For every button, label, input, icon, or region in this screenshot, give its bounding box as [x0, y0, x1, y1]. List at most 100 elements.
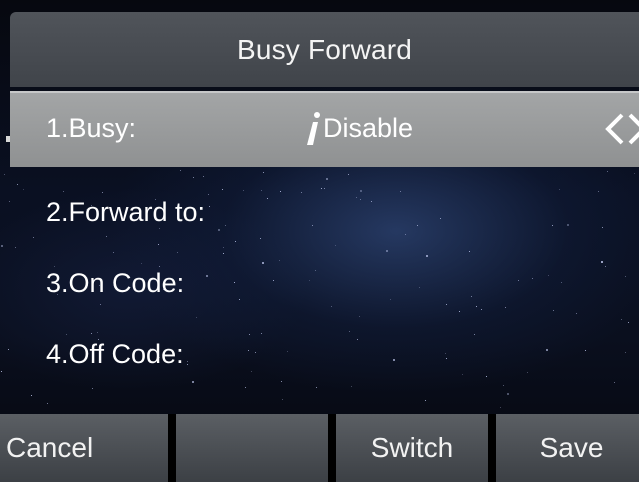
star: [357, 339, 358, 340]
star: [209, 206, 210, 207]
left-right-arrows-icon[interactable]: [602, 112, 639, 146]
star: [471, 296, 472, 297]
star: [576, 313, 577, 314]
star: [159, 228, 160, 229]
star: [225, 225, 226, 226]
star: [312, 225, 313, 226]
star: [553, 310, 554, 311]
star: [91, 333, 92, 334]
title-bar: Busy Forward: [10, 12, 639, 87]
star: [273, 280, 274, 281]
star: [15, 247, 16, 248]
star: [507, 393, 509, 395]
forward-to-label[interactable]: 2.Forward to:: [46, 197, 205, 228]
star: [97, 332, 98, 333]
star: [527, 372, 528, 373]
info-icon: [307, 112, 320, 145]
star: [614, 382, 615, 383]
star: [47, 403, 48, 404]
star: [159, 266, 160, 267]
star: [446, 358, 447, 359]
star: [196, 317, 197, 318]
star: [251, 371, 252, 372]
star: [287, 351, 288, 352]
switch-button[interactable]: Switch: [336, 414, 488, 482]
star: [192, 381, 194, 383]
star: [585, 350, 586, 351]
star: [474, 334, 475, 335]
star: [187, 361, 188, 362]
star: [255, 352, 256, 353]
star: [476, 306, 477, 307]
selection-indicator: [6, 136, 10, 142]
star: [243, 190, 244, 191]
star: [602, 227, 603, 228]
star: [628, 322, 629, 323]
star: [203, 176, 204, 177]
blank-softkey[interactable]: [176, 414, 328, 482]
star: [335, 245, 336, 246]
star: [390, 299, 391, 300]
star: [481, 309, 482, 310]
star: [102, 192, 103, 193]
save-button[interactable]: Save: [496, 414, 639, 482]
star: [326, 178, 328, 180]
star: [23, 189, 24, 190]
star: [260, 238, 261, 239]
star: [621, 319, 622, 320]
star: [301, 192, 302, 193]
star: [440, 218, 441, 219]
star: [505, 307, 506, 308]
star: [223, 247, 224, 248]
star: [279, 260, 280, 261]
star: [356, 197, 357, 198]
star: [625, 276, 626, 277]
star: [4, 174, 5, 175]
star: [1, 371, 2, 372]
star: [193, 177, 194, 178]
star: [249, 334, 250, 335]
star: [371, 201, 372, 202]
on-code-label[interactable]: 3.On Code:: [46, 268, 184, 299]
star: [419, 287, 420, 288]
star: [208, 194, 209, 195]
star: [360, 190, 362, 192]
star: [359, 316, 360, 317]
star: [239, 299, 240, 300]
star: [348, 174, 349, 175]
star: [315, 270, 316, 271]
star: [206, 275, 208, 277]
star: [607, 171, 608, 172]
star: [426, 255, 428, 257]
star: [262, 262, 264, 264]
cancel-button[interactable]: Cancel: [0, 414, 168, 482]
star: [92, 388, 93, 389]
star: [280, 191, 281, 192]
star: [321, 188, 322, 189]
star: [532, 278, 533, 279]
star: [316, 387, 317, 388]
star: [177, 252, 178, 253]
star: [625, 352, 626, 353]
softkey-bar: Cancel Switch Save: [0, 414, 639, 482]
star: [248, 350, 249, 351]
star: [1, 245, 3, 247]
star: [634, 173, 635, 174]
star: [567, 224, 569, 226]
busy-value[interactable]: Disable: [323, 113, 413, 144]
phone-screen: Busy Forward 1.Busy: Disable 2.Forward t…: [0, 0, 639, 482]
star: [218, 229, 220, 231]
star: [561, 282, 562, 283]
star: [180, 170, 181, 171]
star: [63, 191, 64, 192]
star: [158, 244, 159, 245]
off-code-label[interactable]: 4.Off Code:: [46, 339, 184, 370]
star: [601, 261, 603, 263]
star: [100, 304, 101, 305]
star: [267, 198, 268, 199]
star: [33, 237, 34, 238]
star: [106, 236, 107, 237]
star: [17, 184, 18, 185]
star: [405, 234, 406, 235]
star: [400, 191, 401, 192]
